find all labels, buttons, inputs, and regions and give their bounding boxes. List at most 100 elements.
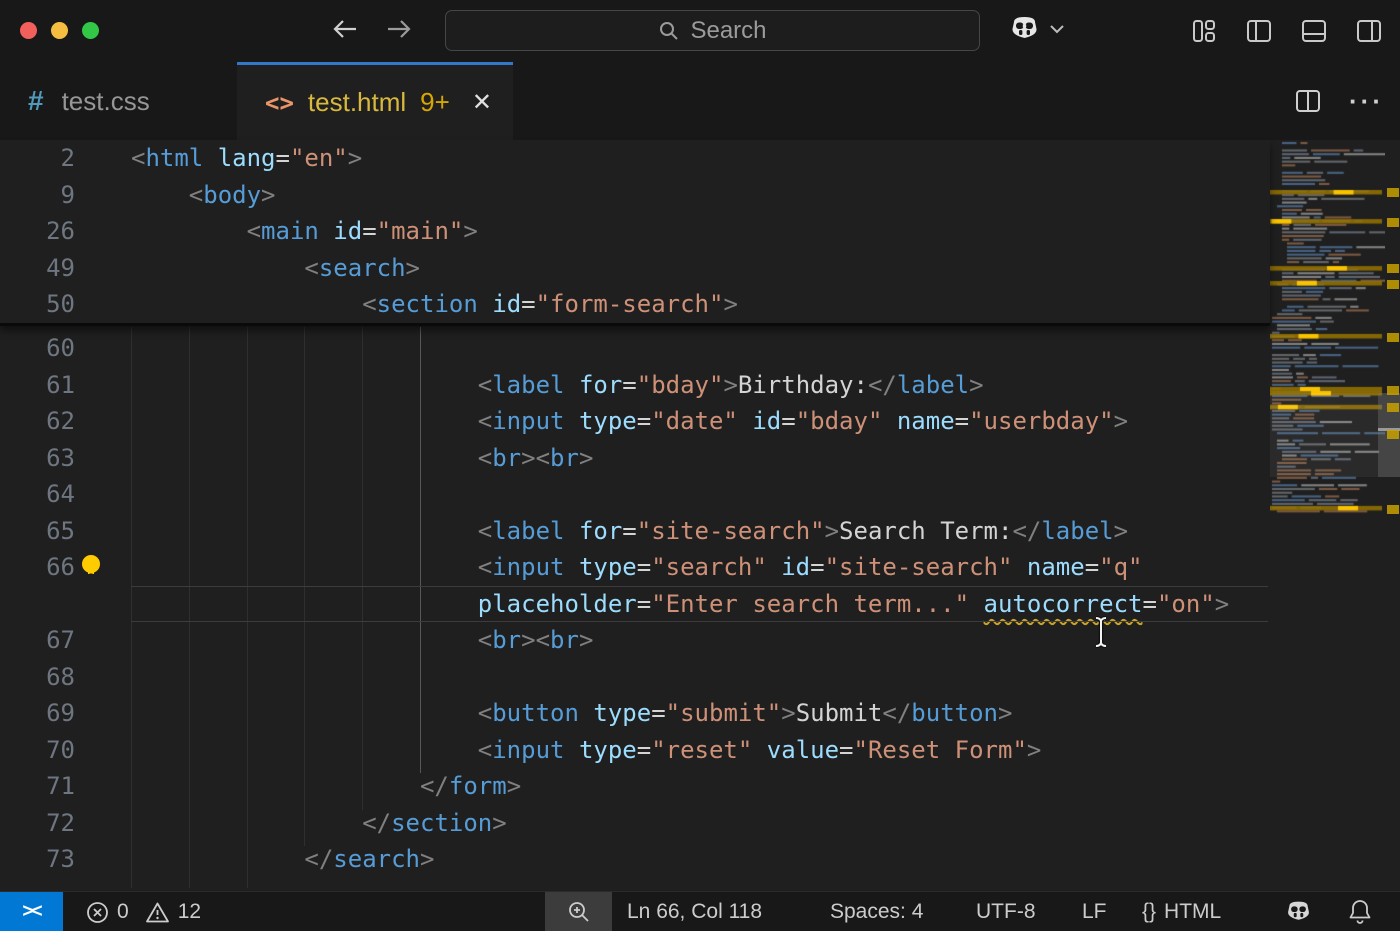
tab-test-html[interactable]: <> test.html 9+ ✕: [237, 62, 513, 140]
copilot-icon[interactable]: [1008, 14, 1041, 44]
editor-area[interactable]: 6061 <label for="bday">Birthday:</label>…: [0, 140, 1400, 891]
glyph-margin: [75, 732, 131, 769]
code-token: section: [391, 809, 492, 837]
code-token: br: [492, 626, 521, 654]
code-line-66[interactable]: 66 <input type="search" id="site-search"…: [0, 549, 1270, 586]
tab-problems-badge: 9+: [420, 87, 450, 118]
search-icon: [658, 20, 680, 42]
code-token: placeholder: [478, 590, 637, 618]
encoding-status[interactable]: UTF-8: [976, 892, 1036, 931]
cursor-position-status[interactable]: Ln 66, Col 118: [627, 892, 762, 931]
code-line-69[interactable]: 69 <button type="submit">Submit</button>: [0, 695, 1270, 732]
copilot-status-icon[interactable]: [1284, 892, 1313, 931]
tab-test-css[interactable]: # test.css: [0, 62, 237, 140]
indentation-status[interactable]: Spaces: 4: [830, 892, 923, 931]
code-token: =: [1142, 590, 1156, 618]
line-number: 49: [0, 250, 75, 287]
code-token: ><: [521, 626, 550, 654]
code-token: [882, 407, 896, 435]
code-token: html: [145, 144, 203, 172]
tab-label: test.css: [62, 86, 150, 117]
code-token: label: [897, 371, 969, 399]
notifications-bell-icon[interactable]: [1348, 892, 1372, 931]
code-line-49[interactable]: 49 <search>: [0, 250, 1270, 287]
close-window-button[interactable]: [20, 22, 37, 39]
code-token: =: [637, 407, 651, 435]
code-text: <html lang="en">: [131, 140, 362, 177]
toggle-panel-icon[interactable]: [1301, 18, 1327, 44]
maximize-window-button[interactable]: [82, 22, 99, 39]
code-line-70[interactable]: 70 <input type="reset" value="Reset Form…: [0, 732, 1270, 769]
error-count: 0: [117, 900, 129, 924]
minimize-window-button[interactable]: [51, 22, 68, 39]
forward-icon[interactable]: [384, 14, 414, 44]
overview-warning-mark: [1387, 386, 1399, 395]
code-line-61[interactable]: 61 <label for="bday">Birthday:</label>: [0, 367, 1270, 404]
code-token: [564, 553, 578, 581]
code-token: <: [131, 144, 145, 172]
code-token: "site-search": [825, 553, 1013, 581]
close-tab-icon[interactable]: ✕: [472, 88, 492, 117]
code-token: type: [579, 553, 637, 581]
code-line-9[interactable]: 9 <body>: [0, 177, 1270, 214]
code-token: "site-search": [637, 517, 825, 545]
language-mode-status[interactable]: {} HTML: [1142, 892, 1221, 931]
line-number: 73: [0, 841, 75, 878]
title-bar: Search: [0, 0, 1400, 62]
code-line-60[interactable]: 60: [0, 330, 1270, 367]
remote-indicator[interactable]: ><: [0, 892, 63, 931]
lightbulb-icon[interactable]: [75, 549, 131, 586]
code-line-72[interactable]: 72 </section>: [0, 805, 1270, 842]
overview-warning-mark: [1387, 280, 1399, 289]
code-line-63[interactable]: 63 <br><br>: [0, 440, 1270, 477]
overview-warning-mark: [1387, 430, 1399, 439]
code-token: <: [478, 553, 492, 581]
chevron-down-icon[interactable]: [1049, 23, 1065, 35]
line-number: 70: [0, 732, 75, 769]
eol-status[interactable]: LF: [1082, 892, 1107, 931]
back-icon[interactable]: [330, 14, 360, 44]
toggle-secondary-sidebar-icon[interactable]: [1356, 18, 1382, 44]
code-token: [752, 736, 766, 764]
zoom-status-item[interactable]: [545, 892, 612, 931]
line-number: 50: [0, 286, 75, 323]
code-line-2[interactable]: 2<html lang="en">: [0, 140, 1270, 177]
toggle-primary-sidebar-icon[interactable]: [1246, 18, 1272, 44]
customize-layout-icon[interactable]: [1191, 18, 1217, 44]
code-line-73[interactable]: 73 </search>: [0, 841, 1270, 878]
code-token: [478, 290, 492, 318]
code-line-71[interactable]: 71 </form>: [0, 768, 1270, 805]
code-token: =: [955, 407, 969, 435]
glyph-margin: [75, 659, 131, 696]
glyph-margin: [75, 513, 131, 550]
code-line-62[interactable]: 62 <input type="date" id="bday" name="us…: [0, 403, 1270, 440]
code-token: [564, 736, 578, 764]
code-text: <search>: [131, 250, 420, 287]
code-token: value: [767, 736, 839, 764]
code-token: [579, 699, 593, 727]
line-number: 63: [0, 440, 75, 477]
code-line-68[interactable]: 68: [0, 659, 1270, 696]
code-token: >: [579, 626, 593, 654]
more-actions-icon[interactable]: ···: [1349, 86, 1384, 117]
code-line-50[interactable]: 50 <section id="form-search">: [0, 286, 1270, 323]
code-text: </section>: [131, 805, 507, 842]
glyph-margin: [75, 695, 131, 732]
code-token: [319, 217, 333, 245]
code-line-wrap[interactable]: placeholder="Enter search term..." autoc…: [0, 586, 1270, 623]
code-token: >: [781, 699, 795, 727]
code-token: id: [752, 407, 781, 435]
code-line-26[interactable]: 26 <main id="main">: [0, 213, 1270, 250]
code-line-64[interactable]: 64: [0, 476, 1270, 513]
line-number: 64: [0, 476, 75, 513]
split-editor-icon[interactable]: [1295, 88, 1321, 114]
code-token: main: [261, 217, 319, 245]
code-line-65[interactable]: 65 <label for="site-search">Search Term:…: [0, 513, 1270, 550]
code-text: <input type="date" id="bday" name="userb…: [131, 403, 1128, 440]
code-line-67[interactable]: 67 <br><br>: [0, 622, 1270, 659]
line-number: 62: [0, 403, 75, 440]
code-token: >: [492, 809, 506, 837]
command-center-search[interactable]: Search: [445, 10, 980, 51]
problems-status[interactable]: 0 12: [86, 892, 201, 931]
overview-warning-mark: [1387, 505, 1399, 514]
